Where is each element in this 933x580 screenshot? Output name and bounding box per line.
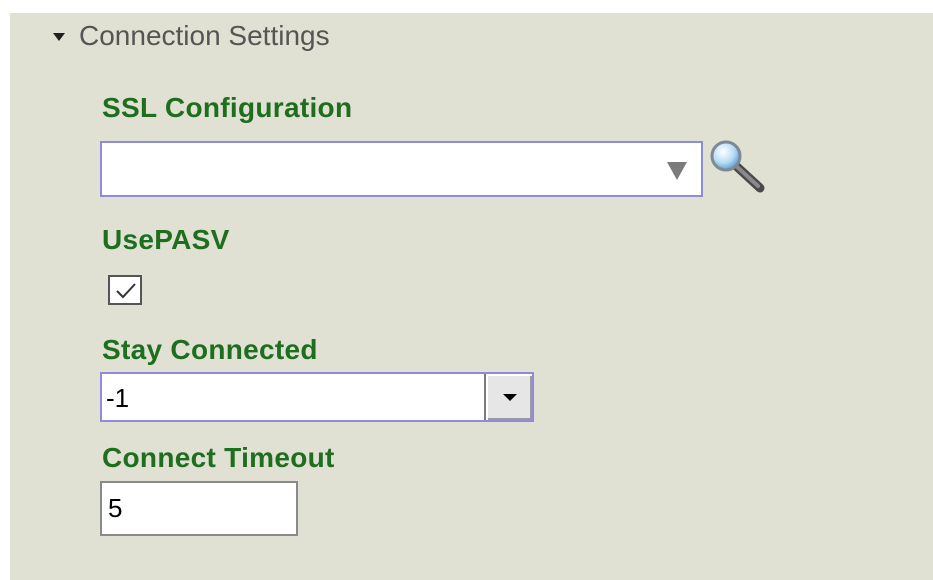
connect-timeout-label: Connect Timeout	[102, 442, 335, 473]
magnifier-icon[interactable]	[708, 138, 766, 196]
ssl-configuration-select[interactable]	[100, 141, 703, 197]
ssl-configuration-label: SSL Configuration	[102, 92, 353, 123]
use-pasv-label: UsePASV	[102, 224, 230, 255]
checkmark-icon	[116, 283, 136, 299]
use-pasv-checkbox[interactable]	[108, 275, 142, 305]
stay-connected-label: Stay Connected	[102, 334, 318, 365]
stay-connected-value: -1	[106, 383, 130, 413]
collapse-triangle-icon[interactable]	[53, 33, 65, 41]
connect-timeout-input[interactable]	[100, 481, 298, 536]
dropdown-arrow-icon[interactable]	[667, 162, 687, 180]
stay-connected-combobox[interactable]: -1	[100, 372, 534, 422]
section-title: Connection Settings	[79, 20, 330, 51]
stay-connected-dropdown-button[interactable]	[484, 374, 532, 420]
section-header[interactable]: Connection Settings	[53, 20, 330, 52]
chevron-down-icon	[503, 394, 517, 401]
